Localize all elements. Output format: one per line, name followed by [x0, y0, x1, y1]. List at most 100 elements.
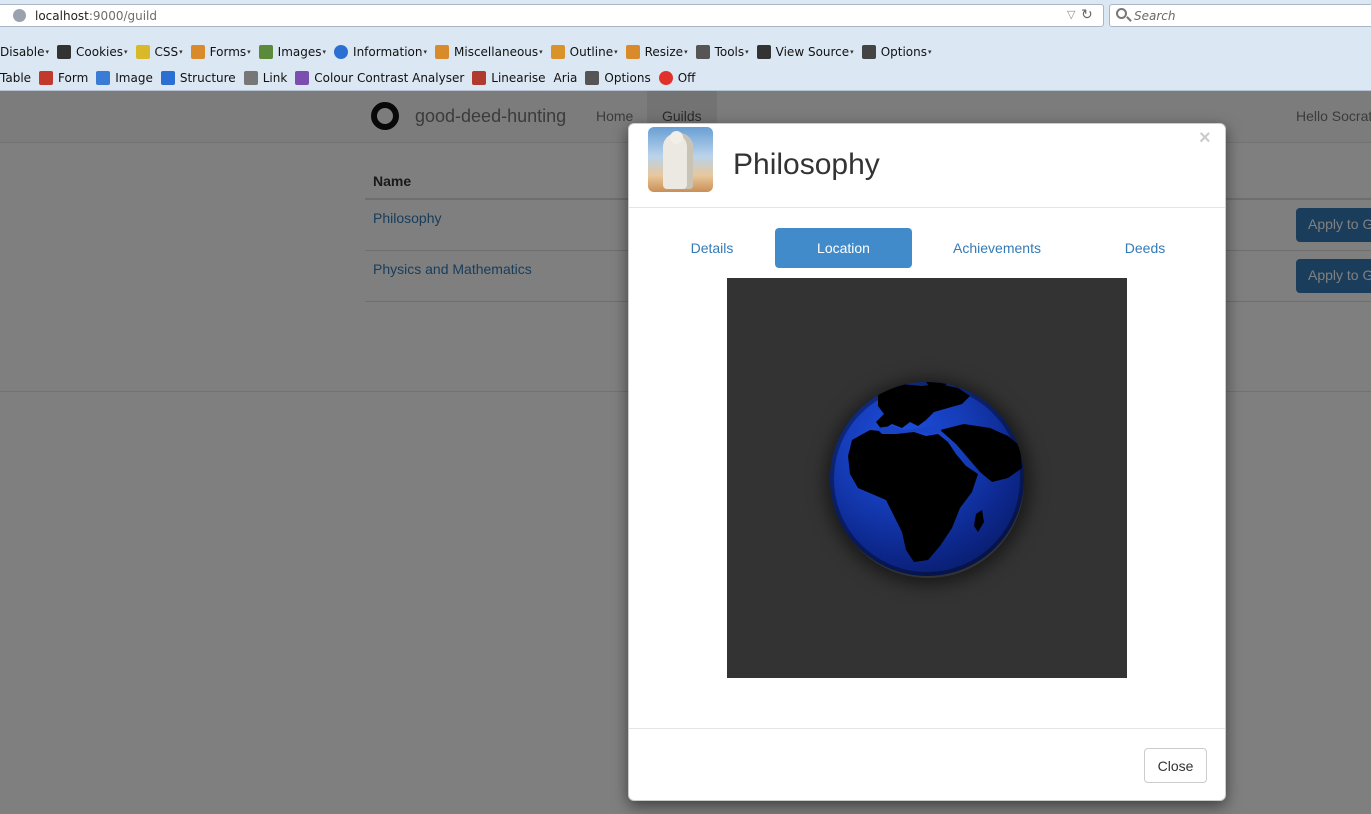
toolbar-item-resize[interactable]: Resize ▾ — [625, 45, 688, 59]
toolbar-item-label: Disable — [0, 45, 45, 59]
tab-location[interactable]: Location — [775, 228, 912, 268]
toolbar-item-disable[interactable]: Disable ▾ — [0, 45, 49, 59]
caret-down-icon: ▾ — [539, 48, 543, 56]
guild-modal: Philosophy × Details Location Achievemen… — [628, 123, 1226, 801]
toolbar-item-cookies[interactable]: Cookies ▾ — [57, 45, 128, 59]
reload-icon[interactable]: ↻ — [1081, 6, 1093, 23]
madagascar-shape — [974, 510, 984, 532]
resize-icon — [625, 45, 640, 59]
toolbar-item-label: Tools — [714, 45, 745, 59]
options-icon — [585, 71, 600, 85]
toolbar-item-label: Options — [880, 45, 927, 59]
toolbar-item-label: Image — [115, 71, 153, 85]
close-icon[interactable]: × — [1199, 127, 1211, 150]
toolbar-item-label: Miscellaneous — [454, 45, 539, 59]
toolbar-item-information[interactable]: Information ▾ — [334, 45, 427, 59]
toolbar-item-label: Linearise — [491, 71, 546, 85]
modal-header: Philosophy × — [629, 124, 1225, 208]
caret-down-icon: ▾ — [322, 48, 327, 56]
toolbar-item-linearise[interactable]: Linearise — [472, 71, 546, 85]
structure-icon — [160, 71, 175, 85]
toolbar-item-link[interactable]: Link — [243, 71, 288, 85]
toolbar-item-form[interactable]: Form — [39, 71, 88, 85]
toolbar-item-tools[interactable]: Tools ▾ — [695, 45, 749, 59]
view-source-icon — [756, 45, 771, 59]
image-icon — [96, 71, 111, 85]
toolbar-item-label: Information — [353, 45, 423, 59]
caret-down-icon: ▾ — [45, 48, 50, 56]
toolbar-item-images[interactable]: Images ▾ — [258, 45, 327, 59]
modal-title: Philosophy — [733, 148, 880, 181]
tools-icon — [695, 45, 710, 59]
statue-head-shape — [670, 131, 683, 144]
options-icon — [861, 45, 876, 59]
caret-down-icon: ▾ — [614, 48, 618, 56]
outline-icon — [550, 45, 565, 59]
toolbar-item-view-source[interactable]: View Source ▾ — [756, 45, 854, 59]
url-text[interactable]: localhost:9000/guild — [35, 9, 157, 23]
toolbar-item-label: Structure — [179, 71, 236, 85]
images-icon — [258, 45, 273, 59]
toolbar-item-miscellaneous[interactable]: Miscellaneous ▾ — [435, 45, 543, 59]
tab-deeds[interactable]: Deeds — [1099, 228, 1191, 268]
colour-contrast-icon — [295, 71, 310, 85]
accessibility-toolbar: Table Form Image Structure Link Colour Contra… — [0, 68, 703, 88]
off-icon — [658, 71, 673, 85]
close-button[interactable]: Close — [1144, 748, 1207, 783]
modal-tabs: Details Location Achievements Deeds — [669, 228, 1189, 268]
guild-avatar — [648, 127, 713, 192]
toolbar-item-label: Form — [58, 71, 89, 85]
web-developer-toolbar: Disable ▾ Cookies ▾ CSS ▾ Forms ▾ Images ▾ Informa… — [0, 42, 940, 62]
globe-icon — [13, 9, 26, 22]
toolbar-item-label: Off — [677, 71, 696, 85]
information-icon — [334, 45, 349, 59]
toolbar-item-label: Cookies — [76, 45, 124, 59]
miscellaneous-icon — [435, 45, 450, 59]
toolbar-item-forms[interactable]: Forms ▾ — [190, 45, 251, 59]
caret-down-icon: ▾ — [684, 48, 688, 56]
toolbar-item-label: Link — [262, 71, 288, 85]
tab-details[interactable]: Details — [669, 228, 755, 268]
caret-down-icon: ▾ — [850, 48, 854, 56]
toolbar-item-label: Options — [604, 71, 651, 85]
toolbar-item-css[interactable]: CSS ▾ — [135, 45, 183, 59]
forms-icon — [190, 45, 205, 59]
caret-down-icon: ▾ — [124, 48, 128, 56]
css-icon — [135, 45, 150, 59]
caret-down-icon: ▾ — [745, 48, 749, 56]
globe-viewer[interactable] — [727, 278, 1127, 678]
toolbar-item-label: Table — [0, 71, 32, 85]
africa-shape — [848, 430, 978, 562]
cookies-icon — [57, 45, 72, 59]
url-bar[interactable]: localhost:9000/guild ▽ ↻ — [0, 4, 1104, 27]
form-icon — [39, 71, 54, 85]
dropdown-icon[interactable]: ▽ — [1067, 8, 1075, 21]
toolbar-item-table[interactable]: Table — [0, 71, 31, 85]
toolbar-item-label: Forms — [209, 45, 247, 59]
toolbar-item-off[interactable]: Off — [658, 71, 696, 85]
toolbar-item-label: Images — [277, 45, 322, 59]
toolbar-item-options[interactable]: Options — [585, 71, 651, 85]
linearise-icon — [472, 71, 487, 85]
toolbar-item-options[interactable]: Options ▾ — [861, 45, 932, 59]
search-placeholder: Search — [1134, 9, 1176, 23]
toolbar-item-colour-contrast-analyser[interactable]: Colour Contrast Analyser — [295, 71, 464, 85]
toolbar-item-label: View Source — [775, 45, 850, 59]
toolbar-item-label: Outline — [569, 45, 614, 59]
toolbar-item-label: Resize — [644, 45, 684, 59]
toolbar-item-label: Aria — [553, 71, 578, 85]
continents-map — [830, 382, 1024, 576]
link-icon — [243, 71, 258, 85]
toolbar-item-aria[interactable]: Aria — [554, 71, 578, 85]
caret-down-icon: ▾ — [928, 48, 932, 56]
browser-chrome: localhost:9000/guild ▽ ↻ Search Disable ▾… — [0, 0, 1371, 91]
toolbar-item-label: CSS — [154, 45, 179, 59]
tab-achievements[interactable]: Achievements — [931, 228, 1063, 268]
caret-down-icon: ▾ — [423, 48, 428, 56]
globe-icon[interactable] — [830, 382, 1024, 576]
search-bar[interactable]: Search — [1109, 4, 1371, 27]
toolbar-item-outline[interactable]: Outline ▾ — [550, 45, 618, 59]
toolbar-item-structure[interactable]: Structure — [160, 71, 236, 85]
toolbar-item-image[interactable]: Image — [96, 71, 153, 85]
modal-footer: Close — [629, 728, 1225, 802]
